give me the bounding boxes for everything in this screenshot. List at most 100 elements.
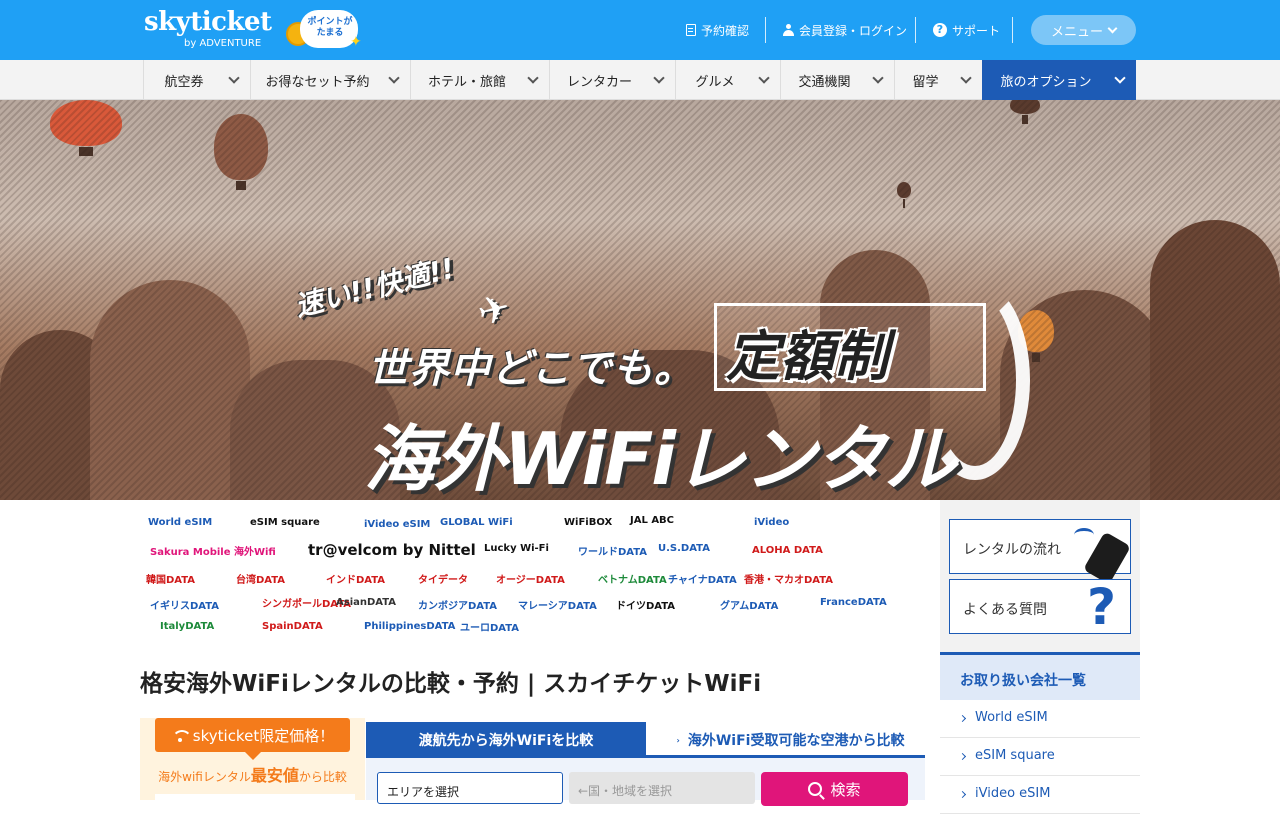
provider-logo[interactable]: PhilippinesDATA (364, 621, 455, 632)
faq-link[interactable]: よくある質問 ? (949, 579, 1131, 634)
promo-badge-text: skyticket限定価格！ (192, 726, 335, 745)
provider-logo[interactable]: iVideo (754, 517, 789, 528)
company-link[interactable]: iVideo eSIM (940, 776, 1140, 814)
provider-logo[interactable]: Lucky Wi-Fi (484, 543, 549, 554)
menu-button[interactable]: メニュー (1031, 15, 1136, 45)
provider-logo[interactable]: U.S.DATA (658, 543, 710, 554)
provider-logo[interactable]: ベトナムDATA (598, 571, 667, 586)
search-form: エリアを選択 ←国・地域を選択 検索 (366, 758, 925, 806)
provider-logo[interactable]: GLOBAL WiFi (440, 517, 513, 528)
nav-item-hotels[interactable]: ホテル・旅館 (410, 60, 549, 100)
provider-logos: World eSIM eSIM square iVideo eSIM GLOBAL W… (144, 512, 904, 642)
wifi-icon (171, 728, 189, 742)
provider-logo[interactable]: World eSIM (148, 517, 212, 528)
search-icon (808, 782, 823, 796)
provider-logo[interactable]: イギリスDATA (150, 597, 219, 612)
provider-logo[interactable]: iVideo eSIM (364, 519, 430, 530)
provider-logo[interactable]: インドDATA (326, 571, 385, 586)
companies-heading: お取り扱い会社一覧 (940, 652, 1140, 700)
logo-text: skyticket (144, 7, 272, 37)
logo-subtext: by ADVENTURE (184, 38, 262, 49)
member-login-label: 会員登録・ログイン (799, 23, 908, 38)
divider (1012, 17, 1013, 43)
chevron-down-icon (653, 72, 665, 84)
person-icon (783, 24, 794, 36)
nav-item-packages[interactable]: お得なセット予約 (250, 60, 410, 100)
promo-subtext: 海外wifiレンタル最安値から比較 (158, 766, 347, 785)
reservation-confirm-label: 予約確認 (701, 23, 750, 38)
provider-logo[interactable]: tr@velcom by Nittel (308, 541, 476, 559)
chevron-down-icon (758, 72, 770, 84)
document-icon (686, 24, 696, 36)
promo-box: skyticket限定価格！ 海外wifiレンタル最安値から比較 (140, 718, 365, 800)
provider-logo[interactable]: 香港・マカオDATA (744, 571, 833, 586)
faq-label: よくある質問 (963, 602, 1047, 618)
reservation-confirm-link[interactable]: 予約確認 (686, 18, 749, 42)
provider-logo[interactable]: FranceDATA (820, 597, 887, 608)
chevron-down-icon (527, 72, 539, 84)
provider-logo[interactable]: eSIM square (250, 517, 320, 528)
pocket-wifi-icon (1072, 528, 1131, 585)
chevron-down-icon (388, 72, 400, 84)
support-link[interactable]: ? サポート (933, 18, 1000, 42)
provider-logo[interactable]: 台湾DATA (236, 571, 285, 586)
sidebar: レンタルの流れ よくある質問 ? お取り扱い会社一覧 World eSIM eS… (940, 500, 1140, 814)
provider-logo[interactable]: JAL ABC (630, 515, 674, 526)
provider-logo[interactable]: ALOHA DATA (752, 545, 823, 556)
nav-item-rental-car[interactable]: レンタカー (549, 60, 675, 100)
site-header: skyticket by ADVENTURE ポイントが たまる ✦ 予約確認 … (0, 0, 1280, 60)
rental-flow-link[interactable]: レンタルの流れ (949, 519, 1131, 585)
points-badge[interactable]: ポイントが たまる ✦ (286, 10, 362, 50)
company-link[interactable]: eSIM square (940, 738, 1140, 776)
provider-logo[interactable]: チャイナDATA (668, 571, 737, 586)
skyticket-logo[interactable]: skyticket by ADVENTURE (144, 7, 272, 49)
nav-item-transport[interactable]: 交通機関 (780, 60, 894, 100)
divider (915, 17, 916, 43)
provider-logo[interactable]: ItalyDATA (160, 621, 214, 632)
region-select[interactable]: ←国・地域を選択 (569, 772, 755, 804)
nav-item-study-abroad[interactable]: 留学 (894, 60, 982, 100)
provider-logo[interactable]: グアムDATA (720, 597, 778, 612)
promo-badge: skyticket限定価格！ (155, 718, 350, 760)
provider-logo[interactable]: カンボジアDATA (418, 597, 497, 612)
provider-logo[interactable]: ワールドDATA (578, 543, 647, 558)
chevron-down-icon (228, 72, 240, 84)
support-label: サポート (952, 23, 1001, 38)
chevron-down-icon (960, 72, 972, 84)
divider (765, 17, 766, 43)
tab-by-airport[interactable]: › 海外WiFi受取可能な空港から比較 (656, 722, 925, 758)
search-tabs: 渡航先から海外WiFiを比較 › 海外WiFi受取可能な空港から比較 (366, 722, 925, 758)
hero-heading: 海外WiFiレンタル (364, 417, 956, 500)
company-link[interactable]: World eSIM (940, 700, 1140, 738)
help-icon: ? (933, 23, 947, 37)
provider-logo[interactable]: SpainDATA (262, 621, 323, 632)
hero-flat-rate: 定額制 (726, 325, 888, 388)
search-button[interactable]: 検索 (761, 772, 908, 806)
area-select[interactable]: エリアを選択 (377, 772, 563, 804)
chevron-down-icon (1107, 23, 1118, 33)
menu-label: メニュー (1050, 24, 1103, 40)
chevron-down-icon (872, 72, 884, 84)
question-mark-icon: ? (1086, 578, 1116, 636)
provider-logo[interactable]: オージーDATA (496, 571, 565, 586)
chevron-right-icon: › (676, 735, 680, 745)
provider-logo[interactable]: ドイツDATA (616, 597, 675, 612)
provider-logo[interactable]: タイデータ (418, 571, 468, 586)
points-badge-text: ポイントが たまる (307, 17, 353, 38)
nav-item-flights[interactable]: 航空券 (143, 60, 250, 100)
provider-logo[interactable]: Sakura Mobile 海外Wifi (150, 543, 276, 558)
sparkle-icon: ✦ (350, 34, 362, 50)
hero-subheading: 世界中どこでも。 (368, 346, 695, 392)
provider-logo[interactable]: WiFiBOX (564, 517, 612, 528)
member-login-link[interactable]: 会員登録・ログイン (783, 18, 907, 42)
tab-by-destination[interactable]: 渡航先から海外WiFiを比較 (366, 722, 646, 758)
category-nav: 航空券 お得なセット予約 ホテル・旅館 レンタカー グルメ 交通機関 留学 旅の… (0, 60, 1280, 100)
page-title: 格安海外WiFiレンタルの比較・予約 | スカイチケットWiFi (140, 671, 762, 697)
nav-item-gourmet[interactable]: グルメ (675, 60, 780, 100)
provider-logo[interactable]: ユーロDATA (460, 619, 519, 634)
hero-banner: 速い!!快適!! ✈ 世界中どこでも。 定額制 海外WiFiレンタル (0, 100, 1280, 500)
provider-logo[interactable]: AsianDATA (336, 597, 396, 608)
provider-logo[interactable]: マレーシアDATA (518, 597, 597, 612)
provider-logo[interactable]: 韓国DATA (146, 571, 195, 586)
nav-item-travel-options[interactable]: 旅のオプション (982, 60, 1136, 100)
